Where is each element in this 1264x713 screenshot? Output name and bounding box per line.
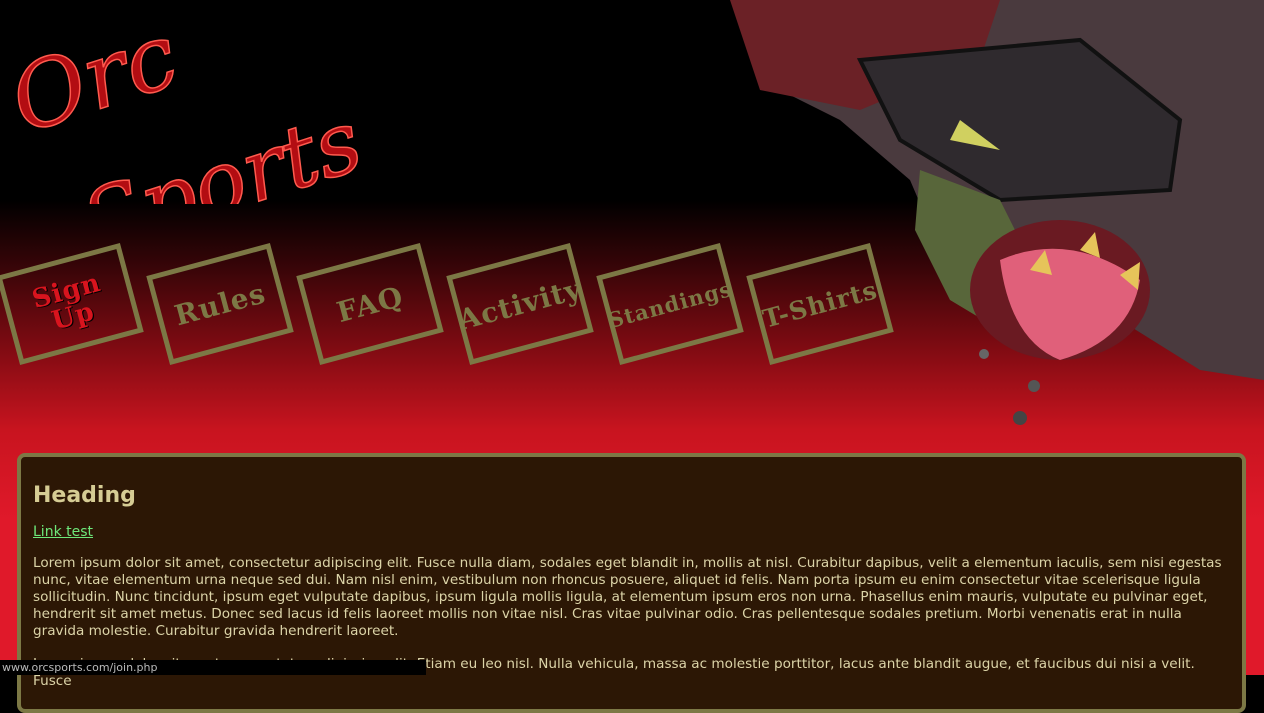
- site-logo[interactable]: Orc Sports: [0, 2, 400, 275]
- nav-activity[interactable]: Activity: [446, 243, 594, 365]
- nav-sign-up[interactable]: Sign Up: [0, 243, 144, 365]
- nav-rules-label: Rules: [170, 276, 270, 332]
- body-paragraph-1: Lorem ipsum dolor sit amet, consectetur …: [33, 555, 1222, 639]
- logo-line1: Orc: [10, 14, 190, 154]
- nav-faq-label: FAQ: [333, 279, 407, 329]
- browser-status-bar: www.orcsports.com/join.php: [0, 660, 426, 675]
- nav-sign-up-label: Sign Up: [29, 267, 105, 337]
- nav-activity-label: Activity: [454, 271, 586, 337]
- page-heading: Heading: [33, 483, 136, 508]
- nav-standings-label: Standings: [605, 275, 735, 333]
- nav-rules[interactable]: Rules: [146, 243, 294, 365]
- nav-t-shirts-label: T-Shirts: [759, 274, 881, 334]
- nav-faq[interactable]: FAQ: [296, 243, 444, 365]
- orc-illustration: [700, 0, 1264, 440]
- link-test[interactable]: Link test: [33, 524, 1230, 540]
